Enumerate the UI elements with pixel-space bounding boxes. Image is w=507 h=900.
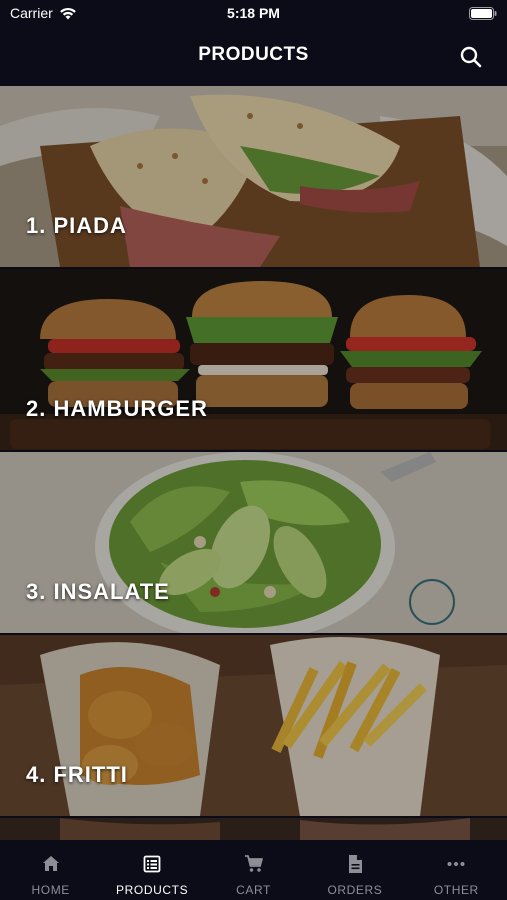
search-icon[interactable] (459, 45, 483, 69)
more-icon (447, 862, 465, 866)
battery-icon (469, 7, 497, 20)
category-label: 4. FRITTI (26, 762, 128, 787)
category-insalate[interactable]: 3. INSALATE (0, 452, 507, 633)
tab-label: OTHER (433, 883, 479, 897)
tab-home[interactable]: HOME (0, 840, 101, 900)
tab-products[interactable]: PRODUCTS (101, 840, 202, 900)
tab-label: CART (236, 883, 271, 897)
home-icon (42, 856, 59, 871)
product-category-list: 1. PIADA 2. HAMBURGER 3. INSALATE 4. FRI… (0, 86, 507, 840)
list-icon (143, 855, 161, 873)
tab-label: HOME (31, 883, 70, 897)
tab-cart[interactable]: CART (203, 840, 304, 900)
tab-other[interactable]: OTHER (406, 840, 507, 900)
category-piada[interactable]: 1. PIADA (0, 86, 507, 267)
status-time: 5:18 PM (227, 5, 280, 21)
category-next-partial[interactable] (0, 818, 507, 840)
tab-label: PRODUCTS (116, 883, 189, 897)
tab-label: ORDERS (327, 883, 383, 897)
tab-bar: HOME PRODUCTS CART ORDERS OTHER (0, 840, 507, 900)
category-hamburger[interactable]: 2. HAMBURGER (0, 269, 507, 450)
status-bar: Carrier 5:18 PM (0, 0, 507, 28)
category-label: 2. HAMBURGER (26, 396, 208, 421)
category-label: 1. PIADA (26, 213, 127, 238)
category-fritti[interactable]: 4. FRITTI (0, 635, 507, 816)
cart-icon (244, 855, 263, 872)
document-icon (348, 855, 362, 873)
category-label: 3. INSALATE (26, 579, 170, 604)
navigation-bar: PRODUCTS (0, 28, 507, 86)
tab-orders[interactable]: ORDERS (304, 840, 405, 900)
page-title: PRODUCTS (198, 44, 309, 65)
